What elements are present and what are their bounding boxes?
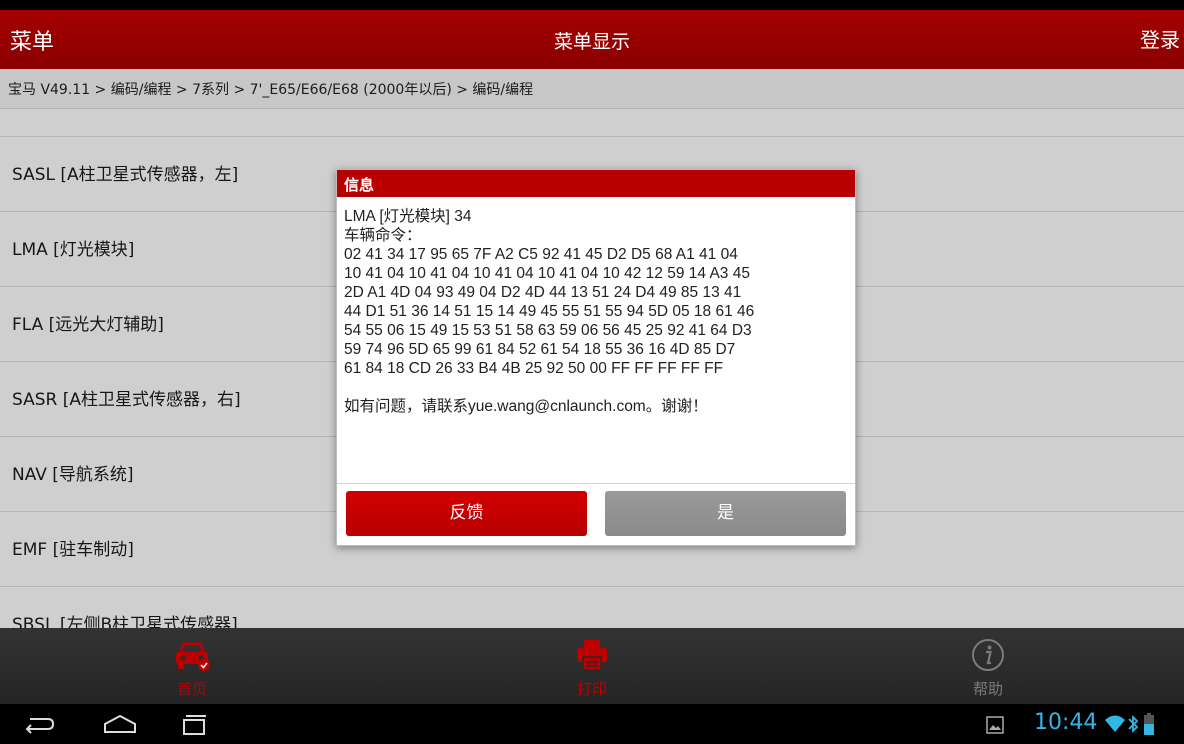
dialog-message: LMA [灯光模块] 34 车辆命令： 02 41 34 17 95 65 7F… <box>344 207 848 416</box>
battery-icon <box>1144 713 1154 735</box>
wifi-icon <box>1105 715 1125 732</box>
hex-line: 44 D1 51 36 14 51 15 14 49 45 55 51 55 9… <box>344 303 755 320</box>
dialog-divider <box>337 483 855 484</box>
dialog-contact: 如有问题，请联系yue.wang@cnlaunch.com。谢谢！ <box>344 398 708 415</box>
hex-line: 10 41 04 10 41 04 10 41 04 10 41 04 10 4… <box>344 265 750 282</box>
login-button[interactable]: 登录 <box>1140 24 1180 53</box>
gallery-icon <box>986 716 1004 734</box>
recents-icon[interactable] <box>178 712 210 736</box>
app-header: 菜单 菜单显示 登录 <box>0 10 1184 69</box>
dialog-command-label: 车辆命令： <box>344 227 422 244</box>
page-title: 菜单显示 <box>553 31 630 53</box>
feedback-button[interactable]: 反馈 <box>346 491 587 536</box>
system-nav-bar: 10:44 <box>0 704 1184 744</box>
screen-top-border <box>0 0 1184 10</box>
hex-line: 2D A1 4D 04 93 49 04 D2 4D 44 13 51 24 D… <box>344 284 742 301</box>
dialog-module: LMA [灯光模块] 34 <box>344 208 472 225</box>
hex-line: 54 55 06 15 49 15 53 51 58 63 59 06 56 4… <box>344 322 752 339</box>
status-clock: 10:44 <box>1034 710 1098 735</box>
info-dialog: 信息 LMA [灯光模块] 34 车辆命令： 02 41 34 17 95 65… <box>336 169 856 546</box>
hex-line: 02 41 34 17 95 65 7F A2 C5 92 41 45 D2 D… <box>344 246 738 263</box>
home-nav-icon[interactable] <box>102 712 138 736</box>
hex-line: 59 74 96 5D 65 99 61 84 52 61 54 18 55 3… <box>344 341 736 358</box>
yes-button[interactable]: 是 <box>605 491 846 536</box>
dialog-title: 信息 <box>337 170 855 197</box>
bluetooth-icon <box>1128 714 1139 734</box>
back-icon[interactable] <box>22 712 56 736</box>
hex-line: 61 84 18 CD 26 33 B4 4B 25 92 50 00 FF F… <box>344 360 724 377</box>
